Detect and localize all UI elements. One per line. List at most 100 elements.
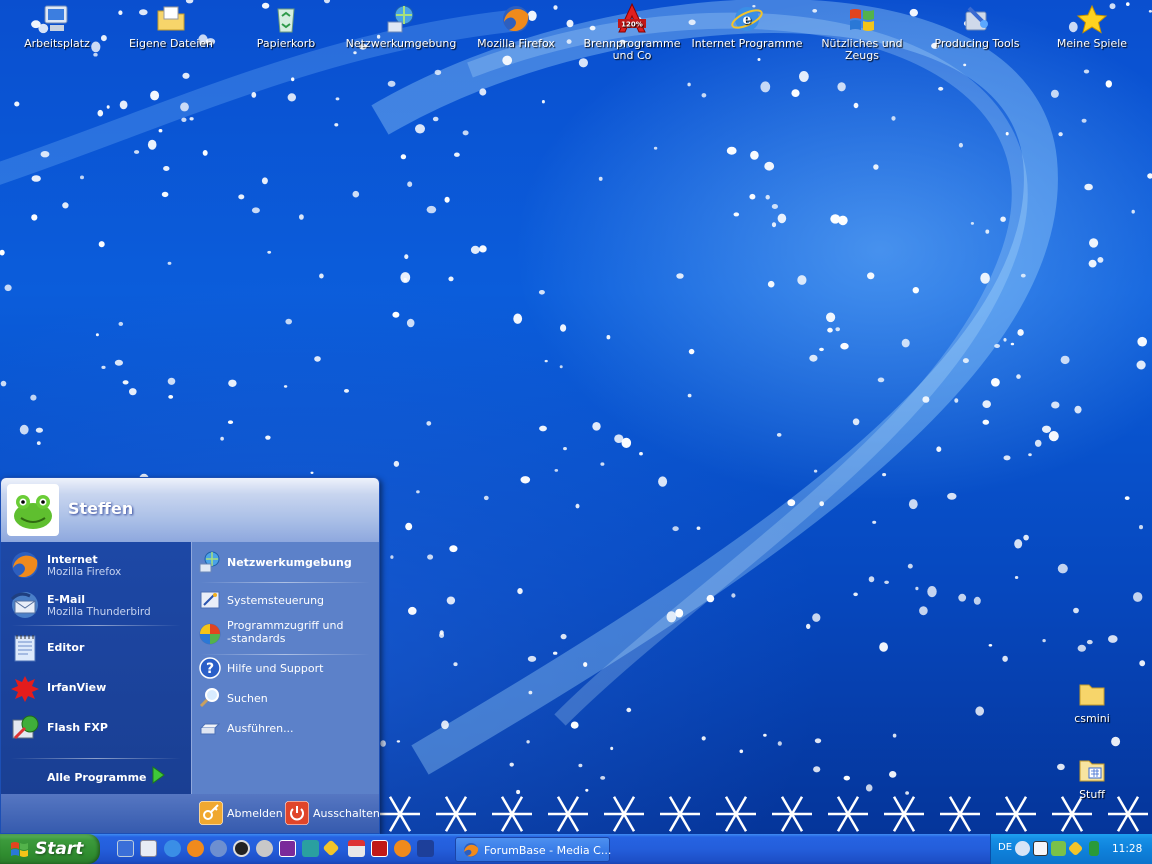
snow-dot <box>994 344 1000 348</box>
desktop-icon-eigene-dateien[interactable]: Eigene Dateien <box>115 2 227 50</box>
pinned-internet[interactable]: Internet Mozilla Firefox <box>9 547 187 583</box>
snow-dot <box>479 88 487 96</box>
desktop-icon-label: csmini <box>1074 712 1110 725</box>
snow-dot <box>287 93 296 102</box>
tray-network-icon[interactable] <box>1051 841 1066 856</box>
all-programs-button[interactable]: Alle Programme <box>47 771 147 784</box>
snow-dot <box>150 90 160 101</box>
logoff-button[interactable]: Abmelden <box>199 801 283 827</box>
snow-dot <box>167 377 176 385</box>
svg-text:?: ? <box>206 661 214 677</box>
taskbar-window-button[interactable]: ForumBase - Media C... <box>455 837 611 862</box>
quicklaunch-thunderbird-icon[interactable] <box>210 840 227 857</box>
desktop-icon-label: Producing Tools <box>934 37 1020 50</box>
snow-dot <box>560 324 567 332</box>
snow-dot <box>400 154 407 160</box>
desktop-icon-producing-tools[interactable]: Producing Tools <box>921 2 1033 50</box>
recent-irfanview[interactable]: IrfanView <box>9 670 187 706</box>
desktop-icon-arbeitsplatz[interactable]: Arbeitsplatz <box>1 2 113 50</box>
snow-dot <box>1051 401 1060 409</box>
quicklaunch-network-icon[interactable] <box>302 840 319 857</box>
tray-font-icon[interactable] <box>1033 841 1048 856</box>
tray-tools-icon[interactable] <box>1067 840 1084 857</box>
desktop[interactable]: Arbeitsplatz Eigene Dateien Papierkorb N… <box>0 0 1152 834</box>
snow-dot <box>35 427 44 433</box>
start-button[interactable]: Start <box>0 834 100 864</box>
quicklaunch-notepad-icon[interactable] <box>140 840 157 857</box>
snow-dot <box>963 63 967 67</box>
snow-dot <box>592 422 601 431</box>
snow-dot <box>1088 259 1097 268</box>
place-label: Systemsteuerung <box>227 594 325 607</box>
language-indicator[interactable]: DE <box>998 842 1012 853</box>
tray-battery-icon[interactable] <box>1089 841 1099 856</box>
desktop-icon-brennprogramme[interactable]: 120% Brennprogramme und Co <box>576 2 688 62</box>
logoff-label: Abmelden <box>227 807 283 820</box>
firefox-icon <box>503 6 529 32</box>
snow-dot <box>147 139 157 150</box>
desktop-icon-csmini[interactable]: csmini <box>1036 677 1148 725</box>
snow-dot <box>1050 89 1059 98</box>
snow-dot <box>97 109 104 117</box>
quicklaunch-headphones-icon[interactable] <box>256 840 273 857</box>
tray-expand-icon[interactable] <box>1015 841 1030 856</box>
quicklaunch-firefox-icon[interactable] <box>187 840 204 857</box>
snow-dot <box>1005 132 1009 136</box>
snow-dot <box>877 377 885 383</box>
quicklaunch-ie-icon[interactable] <box>164 840 181 857</box>
windows-logo-icon <box>11 842 28 857</box>
snow-dot <box>991 378 1000 387</box>
snow-dot <box>392 311 400 318</box>
recent-title: Flash FXP <box>47 721 108 734</box>
snow-dot <box>776 433 782 437</box>
recent-editor[interactable]: Editor <box>9 630 187 666</box>
pinned-subtitle: Mozilla Firefox <box>47 566 122 578</box>
desktop-icon-label: Netzwerkumgebung <box>345 37 457 50</box>
snow-dot <box>835 327 840 332</box>
pinned-email[interactable]: E-Mail Mozilla Thunderbird <box>9 587 187 623</box>
snow-dot <box>1105 80 1113 88</box>
desktop-icon-netzwerkumgebung[interactable]: Netzwerkumgebung <box>345 2 457 50</box>
snow-dot <box>405 522 413 531</box>
snowflake-shape <box>1052 796 1092 832</box>
quicklaunch-app-icon[interactable] <box>279 840 296 857</box>
user-avatar[interactable] <box>7 484 59 536</box>
snow-dot <box>30 394 37 401</box>
start-menu: Steffen Internet Mozilla Firefox E-Mail … <box>0 477 380 834</box>
place-label: Hilfe und Support <box>227 662 324 675</box>
snow-dot <box>265 435 271 440</box>
internet-explorer-icon: e <box>731 7 763 31</box>
place-label: Programmzugriff und <box>227 619 344 632</box>
snow-dot <box>439 630 444 635</box>
snow-dot <box>813 469 818 473</box>
quicklaunch-burn-icon[interactable] <box>348 840 365 857</box>
quicklaunch-four-icon[interactable] <box>417 840 434 857</box>
quicklaunch-record-icon[interactable] <box>371 840 388 857</box>
snow-dot <box>1097 257 1104 263</box>
desktop-icon-internet-programme[interactable]: e Internet Programme <box>691 2 803 50</box>
desktop-icon-papierkorb[interactable]: Papierkorb <box>230 2 342 50</box>
place-programmzugriff[interactable]: Programmzugriff und -standards <box>198 618 378 650</box>
desktop-icon-stuff[interactable]: Stuff <box>1036 753 1148 801</box>
quicklaunch-desktop-icon[interactable] <box>117 840 134 857</box>
snow-dot <box>106 105 110 109</box>
clock[interactable]: 11:28 <box>1112 843 1142 855</box>
folder-icon <box>1079 760 1105 782</box>
quicklaunch-tools-icon[interactable] <box>322 839 340 857</box>
snow-dot <box>827 327 833 333</box>
snow-dot <box>449 545 458 553</box>
snow-dot <box>1010 342 1015 346</box>
quicklaunch-ball-icon[interactable] <box>394 840 411 857</box>
snow-dot <box>840 342 849 350</box>
snow-dot <box>101 365 106 369</box>
recent-flashfxp[interactable]: Flash FXP <box>9 710 187 746</box>
snow-dot <box>809 354 818 362</box>
snow-dot <box>731 593 736 598</box>
desktop-icon-mozilla-firefox[interactable]: Mozilla Firefox <box>460 2 572 50</box>
quicklaunch-media-player-icon[interactable] <box>233 840 250 857</box>
desktop-icon-meine-spiele[interactable]: Meine Spiele <box>1036 2 1148 50</box>
shutdown-button[interactable]: Ausschalten <box>285 801 379 827</box>
snow-dot <box>919 606 928 616</box>
recent-title: IrfanView <box>47 681 107 694</box>
desktop-icon-nuetzliches[interactable]: Nützliches und Zeugs <box>806 2 918 62</box>
